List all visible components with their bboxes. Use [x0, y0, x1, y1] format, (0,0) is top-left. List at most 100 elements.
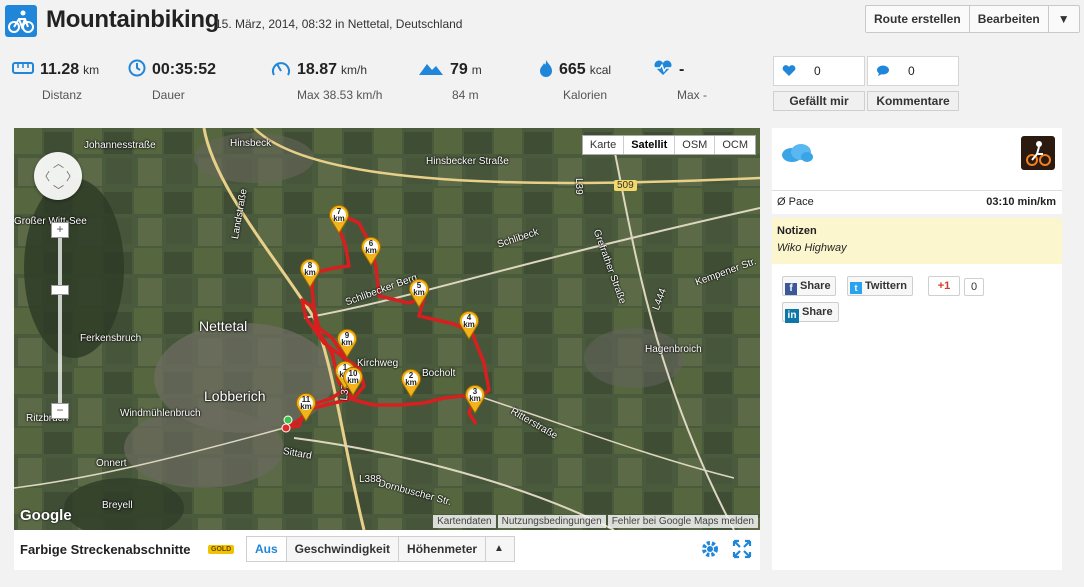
- map-pan-control[interactable]: ︿ ﹀ 〈 〉: [34, 152, 82, 200]
- map-place-label: Windmühlenbruch: [120, 408, 201, 419]
- page-header: Mountainbiking 15. März, 2014, 08:32 in …: [0, 0, 1084, 44]
- km-marker-4[interactable]: 4 km: [458, 310, 480, 340]
- speed-icon: [271, 59, 291, 82]
- km-marker-2[interactable]: 2 km: [400, 368, 422, 398]
- km-marker-label: 4 km: [458, 314, 480, 329]
- bike-icon: [5, 5, 37, 37]
- stat-value: -: [679, 61, 685, 78]
- km-marker-6[interactable]: 6 km: [360, 236, 382, 266]
- map-type-selector: Karte Satellit OSM OCM: [581, 135, 756, 155]
- map-type-satellit[interactable]: Satellit: [624, 136, 676, 154]
- stat-heartrate: - Max -: [653, 58, 707, 102]
- map-place-label: Lobberich: [204, 388, 266, 404]
- stat-unit: km/h: [341, 63, 368, 77]
- pace-value: 03:10 min/km: [986, 196, 1056, 208]
- facebook-icon: f: [785, 283, 797, 295]
- stat-duration: 00:35:52 Dauer: [128, 58, 216, 102]
- stat-value: 665: [559, 61, 586, 78]
- zoom-out-button[interactable]: −: [51, 403, 69, 419]
- segment-selector: Aus Geschwindigkeit Höhenmeter ▲: [246, 536, 516, 562]
- zoom-in-button[interactable]: +: [51, 222, 69, 238]
- km-marker-label: 2 km: [400, 372, 422, 387]
- pan-left-icon[interactable]: 〈: [39, 168, 50, 184]
- zoom-slider-track[interactable]: [58, 228, 62, 408]
- activity-date-location: 15. März, 2014, 08:32 in Nettetal, Deuts…: [215, 17, 463, 31]
- gplus-button[interactable]: +1: [928, 276, 960, 296]
- km-marker-7[interactable]: 7 km: [328, 204, 350, 234]
- zoom-slider-handle[interactable]: [51, 285, 69, 295]
- km-marker-11[interactable]: 11 km: [295, 392, 317, 422]
- map-place-label: L388: [359, 474, 382, 485]
- clock-icon: [128, 59, 146, 82]
- google-logo[interactable]: Google: [20, 507, 72, 524]
- linkedin-share-button[interactable]: in Share: [782, 302, 839, 323]
- stat-value: 18.87: [297, 61, 338, 78]
- km-marker-label: 3 km: [464, 388, 486, 403]
- km-unit: km: [365, 246, 377, 255]
- create-route-button[interactable]: Route erstellen: [866, 6, 970, 32]
- km-unit: km: [341, 338, 353, 347]
- map-place-label: Johannesstraße: [84, 140, 156, 151]
- speech-bubble-icon: [876, 64, 890, 82]
- map-attribution: Kartendaten Nutzungsbedingungen Fehler b…: [431, 515, 758, 528]
- segment-speed-button[interactable]: Geschwindigkeit: [286, 537, 400, 561]
- facebook-share-button[interactable]: f Share: [782, 276, 836, 296]
- map-place-label: Nettetal: [199, 318, 248, 334]
- mountain-icon: [418, 60, 444, 81]
- page-title: Mountainbiking: [46, 6, 220, 33]
- twitter-share-button[interactable]: t Twittern: [847, 276, 913, 296]
- linkedin-share-label: Share: [802, 306, 833, 318]
- km-unit: km: [333, 214, 345, 223]
- pan-down-icon[interactable]: ﹀: [53, 182, 64, 198]
- km-marker-label: 8 km: [299, 262, 321, 277]
- like-button[interactable]: Gefällt mir: [773, 91, 865, 111]
- km-marker-3[interactable]: 3 km: [464, 384, 486, 414]
- stat-label: Max 38.53 km/h: [297, 88, 383, 102]
- facebook-share-label: Share: [800, 280, 831, 292]
- km-marker-9[interactable]: 9 km: [336, 328, 358, 358]
- map-type-osm[interactable]: OSM: [675, 136, 716, 154]
- comment-button[interactable]: Kommentare: [867, 91, 959, 111]
- map-type-ocm[interactable]: OCM: [715, 136, 755, 154]
- stat-elevation: 79 m 84 m: [418, 58, 482, 102]
- km-marker-8[interactable]: 8 km: [299, 258, 321, 288]
- km-marker-label: 11 km: [295, 396, 317, 411]
- report-error-link[interactable]: Fehler bei Google Maps melden: [607, 515, 758, 528]
- map-data-link[interactable]: Kartendaten: [433, 515, 496, 528]
- stat-distance: 11.28 km Distanz: [12, 58, 99, 102]
- likes-count-box: 0: [773, 56, 865, 86]
- flame-icon: [539, 59, 553, 82]
- notes-title: Notizen: [777, 225, 817, 237]
- map-place-label: Onnert: [96, 458, 127, 469]
- segment-off-button[interactable]: Aus: [247, 537, 287, 561]
- km-marker-label: 5 km: [408, 282, 430, 297]
- km-marker-10[interactable]: 10 km: [342, 366, 364, 396]
- chevron-up-icon[interactable]: ▲: [486, 537, 515, 561]
- chevron-down-icon[interactable]: ▼: [1049, 6, 1079, 32]
- heartrate-icon: [653, 60, 673, 81]
- stat-label: Distanz: [42, 88, 83, 102]
- share-panel: f Share t Twittern +1 0 in Share: [772, 264, 1062, 570]
- stat-value: 00:35:52: [152, 61, 217, 78]
- segment-elevation-button[interactable]: Höhenmeter: [399, 537, 487, 561]
- pan-up-icon[interactable]: ︿: [53, 155, 64, 171]
- terms-link[interactable]: Nutzungsbedingungen: [497, 515, 606, 528]
- mountainbike-icon: [1021, 136, 1055, 170]
- pace-row: Ø Pace 03:10 min/km: [772, 190, 1062, 214]
- pan-right-icon[interactable]: 〉: [66, 168, 77, 184]
- fullscreen-icon[interactable]: [732, 539, 752, 564]
- km-unit: km: [300, 402, 312, 411]
- km-unit: km: [413, 288, 425, 297]
- route-map[interactable]: Johannesstraße Hinsbeck Hinsbecker Straße L…: [14, 128, 760, 530]
- map-place-label: Ferkensbruch: [80, 333, 142, 344]
- km-marker-label: 7 km: [328, 208, 350, 223]
- km-marker-5[interactable]: 5 km: [408, 278, 430, 308]
- comments-count: 0: [908, 64, 915, 78]
- map-type-karte[interactable]: Karte: [583, 136, 625, 154]
- km-marker-label: 6 km: [360, 240, 382, 255]
- gear-icon[interactable]: [700, 539, 720, 564]
- map-place-label: Hinsbeck: [230, 138, 272, 149]
- edit-button[interactable]: Bearbeiten: [970, 6, 1049, 32]
- stat-label: Max -: [677, 88, 707, 102]
- km-unit: km: [347, 376, 359, 385]
